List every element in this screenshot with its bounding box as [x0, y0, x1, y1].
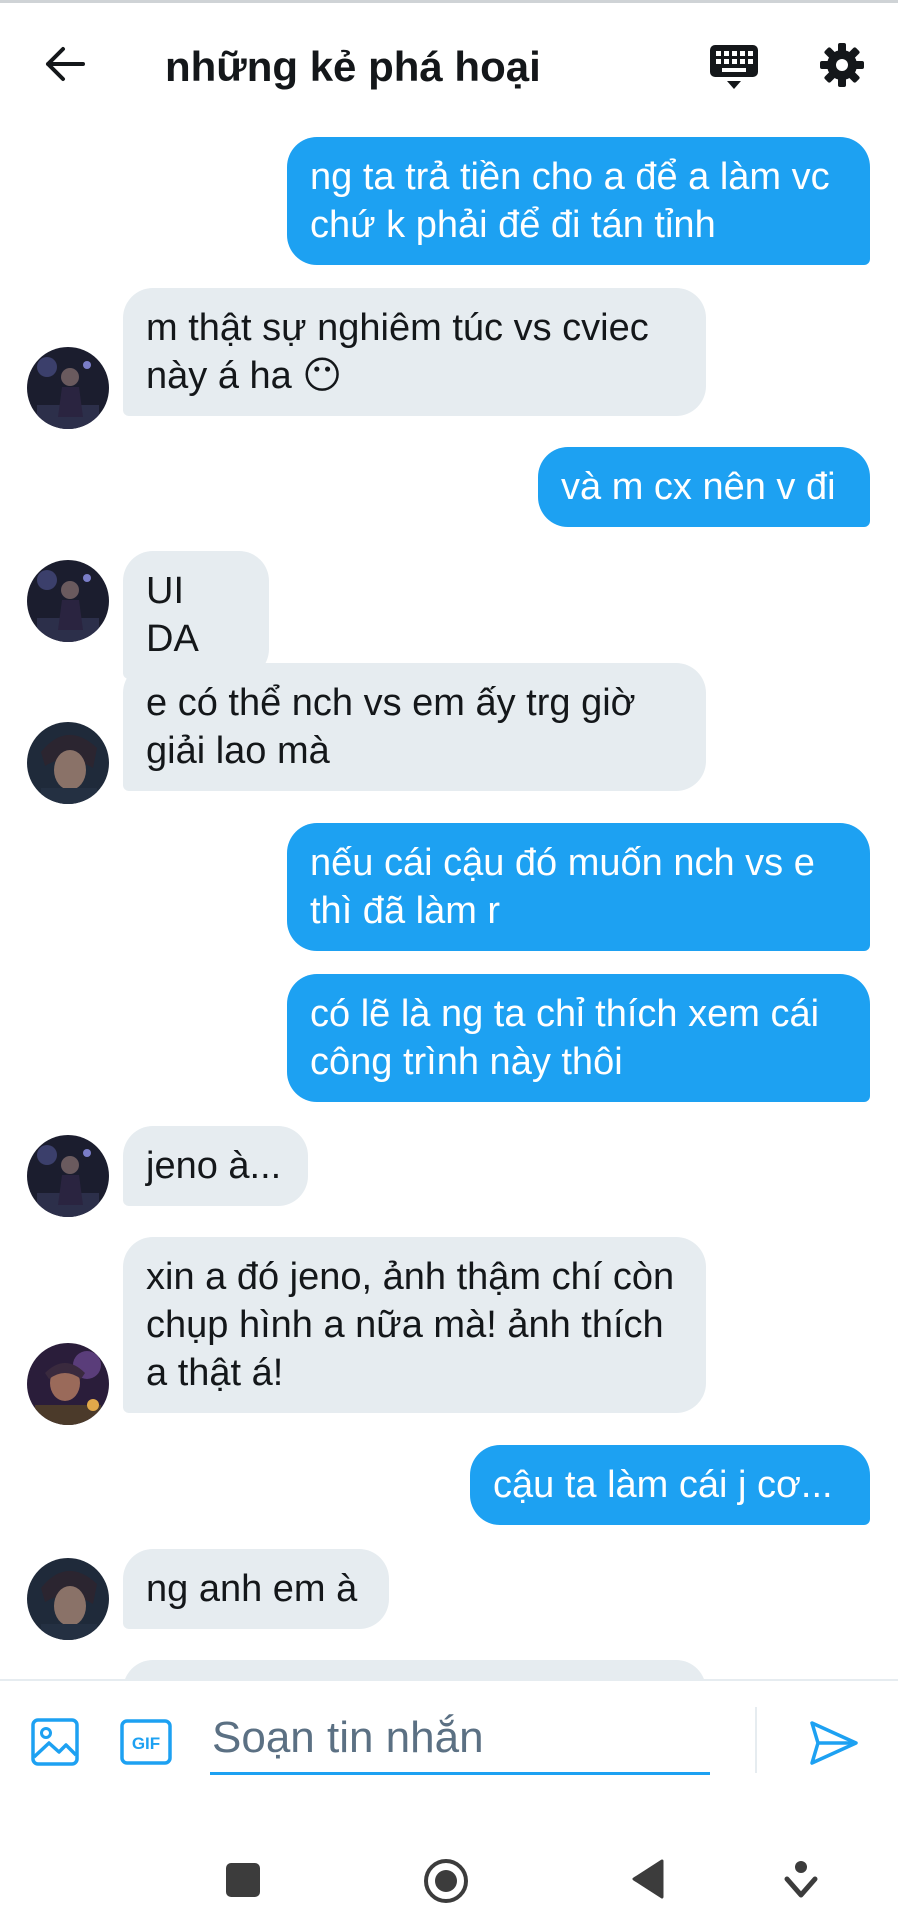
- message-bubble[interactable]: và m cx nên v đi: [538, 447, 870, 527]
- sender-avatar[interactable]: [27, 1558, 109, 1640]
- gif-icon: GIF: [120, 1719, 172, 1769]
- gif-label: GIF: [132, 1734, 160, 1753]
- message-bubble[interactable]: ng anh em à: [123, 1549, 389, 1629]
- message-bubble[interactable]: nếu cái cậu đó muốn nch vs e thì đã làm …: [287, 823, 870, 951]
- image-icon: [30, 1718, 80, 1771]
- add-image-button[interactable]: [30, 1717, 80, 1767]
- message-bubble[interactable]: có lẽ là ng ta chỉ thích xem cái công tr…: [287, 974, 870, 1102]
- conversation-title: những kẻ phá hoại: [165, 43, 541, 90]
- send-icon: [808, 1721, 860, 1773]
- message-bubble-cut-off[interactable]: [123, 1660, 706, 1679]
- arrow-left-icon: [45, 46, 85, 87]
- message-bubble[interactable]: cậu ta làm cái j cơ...: [470, 1445, 870, 1525]
- message-bubble[interactable]: e có thể nch vs em ấy trg giờ giải lao m…: [123, 663, 706, 791]
- sender-avatar[interactable]: [27, 347, 109, 429]
- message-composer: GIF: [0, 1681, 898, 1801]
- send-button[interactable]: [808, 1717, 860, 1769]
- message-input[interactable]: [210, 1703, 710, 1775]
- message-bubble[interactable]: xin a đó jeno, ảnh thậm chí còn chụp hìn…: [123, 1237, 706, 1413]
- sender-avatar[interactable]: [27, 1135, 109, 1217]
- sender-avatar[interactable]: [27, 560, 109, 642]
- square-icon[interactable]: [226, 1863, 260, 1897]
- message-bubble[interactable]: ng ta trả tiền cho a để a làm vc chứ k p…: [287, 137, 870, 265]
- add-gif-button[interactable]: GIF: [120, 1719, 172, 1765]
- circle-home-icon[interactable]: [422, 1857, 470, 1905]
- message-bubble[interactable]: UI DA: [123, 551, 269, 679]
- keyboard-button[interactable]: [706, 41, 762, 97]
- back-button[interactable]: [40, 41, 90, 91]
- sender-avatar[interactable]: [27, 1343, 109, 1425]
- message-list[interactable]: ng ta trả tiền cho a để a làm vc chứ k p…: [0, 129, 898, 1679]
- conversation-header: những kẻ phá hoại: [0, 3, 898, 129]
- keyboard-icon: [709, 43, 759, 96]
- message-bubble[interactable]: m thật sự nghiêm túc vs cviec này á ha 😶: [123, 288, 706, 416]
- settings-button[interactable]: [816, 41, 868, 93]
- gear-icon: [819, 42, 865, 93]
- message-bubble[interactable]: jeno à...: [123, 1126, 308, 1206]
- chevron-down-icon[interactable]: [784, 1859, 818, 1901]
- sender-avatar[interactable]: [27, 722, 109, 804]
- composer-separator: [755, 1707, 757, 1773]
- system-navigation-bar: [0, 1801, 898, 1920]
- triangle-back-icon[interactable]: [630, 1857, 666, 1901]
